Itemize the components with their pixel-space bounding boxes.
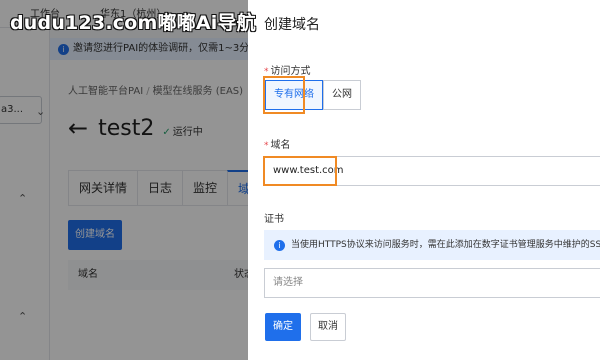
certificate-tip-text: 当使用HTTPS协议来访问服务时，需在此添加在数字证书管理服务中维护的SSL证书 (291, 240, 600, 250)
access-method-label: * 访问方式 (264, 62, 311, 77)
access-option-public[interactable]: 公网 (323, 80, 361, 110)
domain-label: * 域名 (264, 136, 291, 151)
confirm-button[interactable]: 确定 (265, 313, 301, 341)
certificate-select[interactable]: 请选择 (264, 268, 600, 298)
required-mark: * (264, 141, 269, 151)
domain-label-text: 域名 (270, 140, 291, 151)
highlight-box (263, 156, 337, 186)
drawer-title: 创建域名 (264, 17, 320, 33)
create-domain-drawer: 创建域名 * 访问方式 专有网络 公网 * 域名 www.test.com 证书 i… (248, 0, 600, 360)
info-icon: i (274, 240, 285, 251)
certificate-tip: i 当使用HTTPS协议来访问服务时，需在此添加在数字证书管理服务中维护的SSL证… (264, 230, 600, 260)
certificate-label: 证书 (264, 214, 284, 225)
cancel-button[interactable]: 取消 (310, 313, 346, 341)
highlight-box (263, 76, 305, 114)
watermark: dudu123.com嘟嘟Ai导航 (10, 12, 256, 34)
